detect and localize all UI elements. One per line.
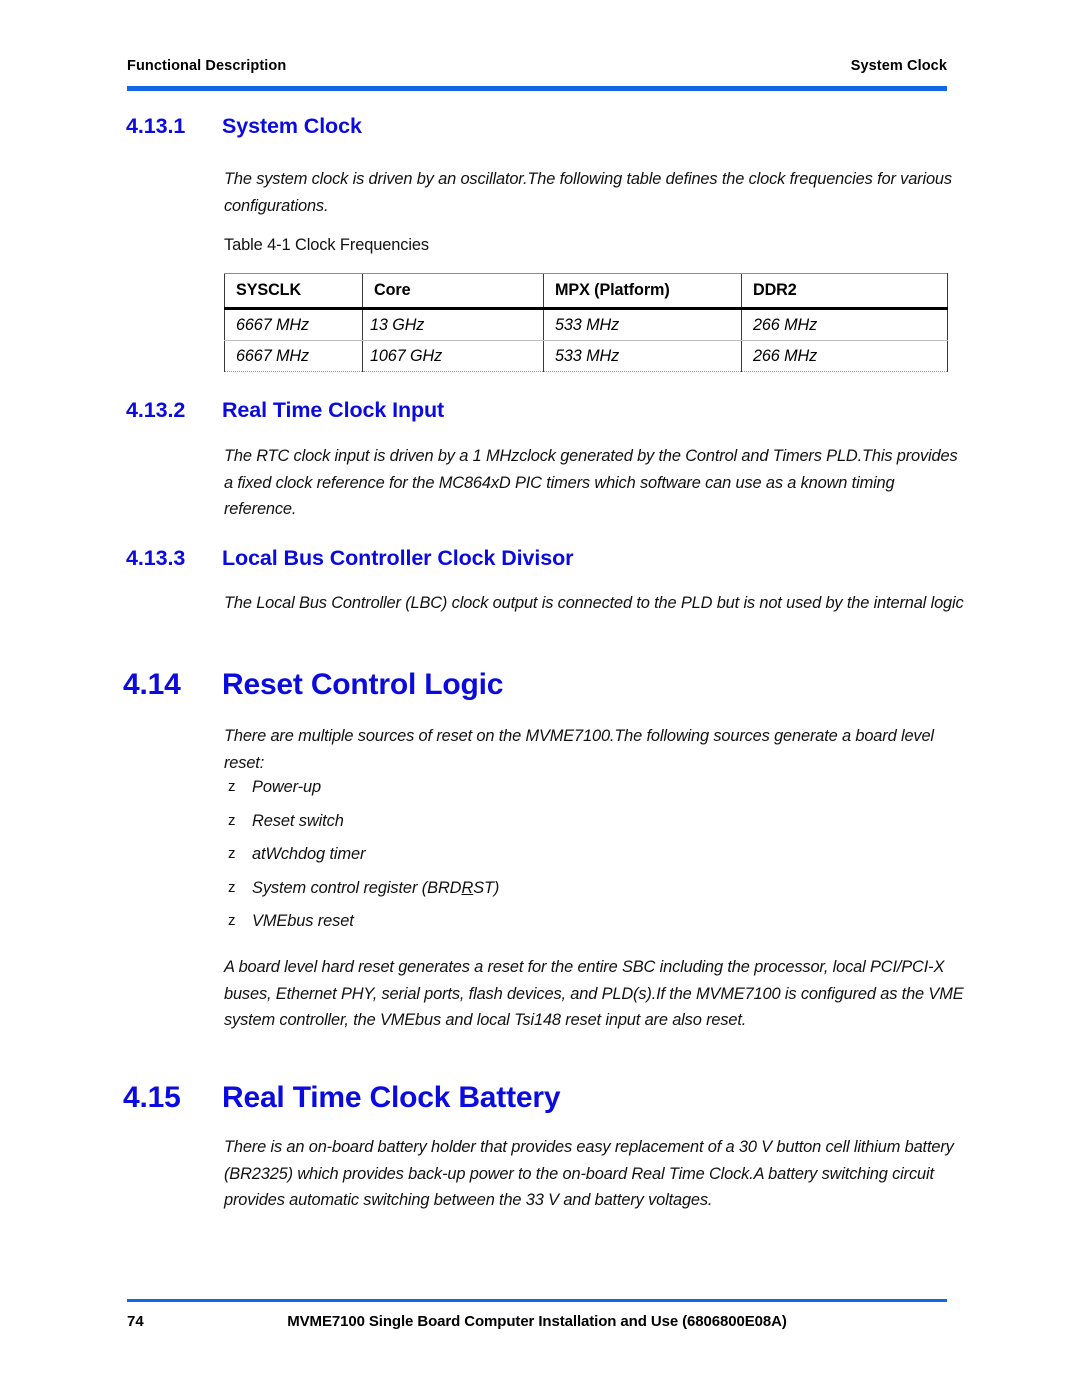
table-header-row: SYSCLK Core MPX (Platform) DDR2 — [224, 273, 948, 309]
list-item: z atWchdog timer — [224, 845, 944, 879]
heading-number: 4.15 — [123, 1081, 181, 1114]
header-left-text: Functional Description — [127, 58, 287, 74]
column-header-mpx: MPX (Platform) — [543, 273, 742, 309]
list-item-text-head: System control register (BRD — [252, 878, 462, 897]
paragraph-reset-intro: There are multiple sources of reset on t… — [224, 727, 934, 772]
heading-title: Real Time Clock Battery — [222, 1081, 561, 1114]
heading-4-13-2: 4.13.2 Real Time Clock Input — [126, 398, 956, 423]
heading-number: 4.13.2 — [126, 398, 186, 422]
list-item-label: System control register (BRDRST) — [252, 879, 499, 898]
column-header-core: Core — [362, 273, 544, 309]
heading-title: System Clock — [222, 114, 362, 138]
cell-ddr2: 266 MHz — [741, 308, 948, 341]
paragraph-rtc-input: The RTC clock input is driven by a 1 MHz… — [224, 447, 958, 518]
list-item: z Reset switch — [224, 812, 944, 846]
header-right-text: System Clock — [850, 58, 947, 74]
clock-frequencies-table: SYSCLK Core MPX (Platform) DDR2 6667 MHz… — [224, 273, 948, 372]
document-page: Functional Description System Clock 4.13… — [0, 0, 1080, 1397]
bullet-marker-icon: z — [228, 811, 236, 829]
reset-sources-list: z Power-up z Reset switch z atWchdog tim… — [224, 778, 944, 946]
heading-title: Real Time Clock Input — [222, 398, 445, 422]
bullet-marker-icon: z — [228, 845, 236, 862]
heading-number: 4.13.1 — [126, 114, 186, 138]
bullet-marker-icon: z — [228, 912, 236, 929]
cell-ddr2: 266 MHz — [741, 340, 948, 372]
running-header: Functional Description System Clock — [127, 58, 947, 74]
heading-4-13-3: 4.13.3 Local Bus Controller Clock Divisor — [126, 546, 956, 571]
list-item: z Power-up — [224, 778, 944, 812]
list-item-text-tail: ST) — [473, 878, 500, 897]
list-item-label: Power-up — [252, 778, 322, 796]
paragraph-reset-closing: A board level hard reset generates a res… — [224, 958, 964, 1029]
list-item-label: atWchdog timer — [252, 845, 366, 863]
table-row: 6667 MHz 1067 GHz 533 MHz 266 MHz — [224, 340, 948, 372]
paragraph-rtc-battery: There is an on-board battery holder that… — [224, 1138, 954, 1209]
list-item-label: Reset switch — [252, 811, 344, 830]
footer-document-title: MVME7100 Single Board Computer Installat… — [287, 1313, 787, 1330]
heading-4-15: 4.15 Real Time Clock Battery — [123, 1081, 953, 1115]
column-header-sysclk: SYSCLK — [224, 273, 363, 309]
bullet-marker-icon: z — [228, 878, 236, 896]
table-row: 6667 MHz 13 GHz 533 MHz 266 MHz — [224, 308, 948, 341]
column-header-ddr2: DDR2 — [741, 273, 948, 309]
cell-sysclk: 6667 MHz — [224, 308, 363, 341]
heading-4-13-1: 4.13.1 System Clock — [126, 114, 956, 139]
paragraph-system-clock: The system clock is driven by an oscilla… — [224, 170, 952, 215]
table-caption: Table 4-1 Clock Frequencies — [224, 236, 430, 254]
list-item-text-underlined: R — [461, 878, 474, 897]
paragraph-lbc-divisor: The Local Bus Controller (LBC) clock out… — [224, 594, 964, 612]
cell-sysclk: 6667 MHz — [224, 340, 363, 372]
header-rule — [127, 86, 947, 91]
cell-mpx: 533 MHz — [543, 308, 742, 341]
heading-title: Local Bus Controller Clock Divisor — [222, 546, 574, 570]
list-item: z System control register (BRDRST) — [224, 879, 944, 913]
heading-number: 4.13.3 — [126, 546, 186, 570]
cell-core: 1067 GHz — [362, 340, 544, 372]
heading-title: Reset Control Logic — [222, 668, 504, 701]
bullet-marker-icon: z — [228, 778, 236, 795]
footer-rule — [127, 1299, 947, 1302]
heading-4-14: 4.14 Reset Control Logic — [123, 668, 953, 702]
heading-number: 4.14 — [123, 668, 181, 701]
cell-mpx: 533 MHz — [543, 340, 742, 372]
page-footer: 74 MVME7100 Single Board Computer Instal… — [127, 1313, 947, 1335]
cell-core: 13 GHz — [362, 308, 544, 341]
list-item: z VMEbus reset — [224, 912, 944, 946]
list-item-label: VMEbus reset — [252, 912, 354, 930]
